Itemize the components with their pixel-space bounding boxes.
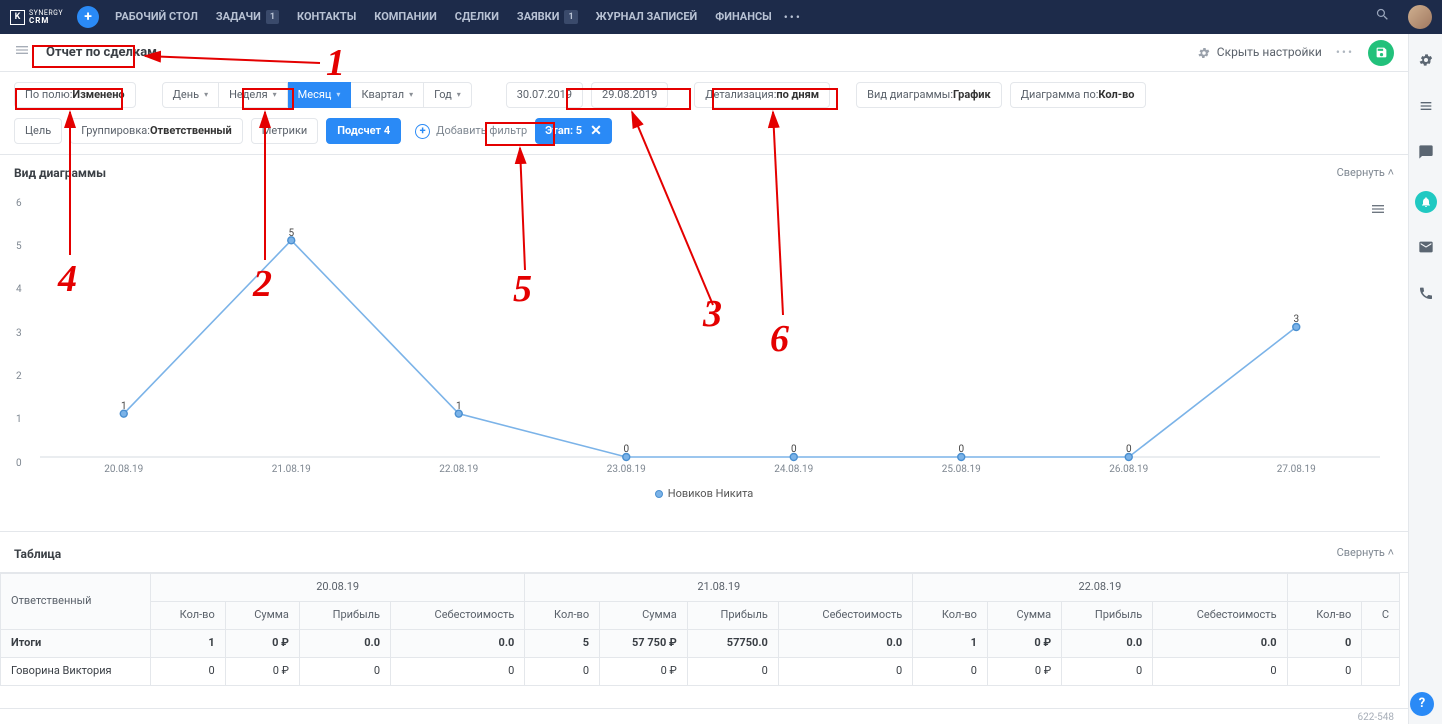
line-chart: 012345615100003 xyxy=(40,197,1380,457)
period-месяц[interactable]: Месяц▾ xyxy=(288,82,352,108)
mail-icon[interactable] xyxy=(1418,239,1434,259)
metrics-button[interactable]: Метрики xyxy=(251,118,319,144)
count-button[interactable]: Подсчет 4 xyxy=(326,118,401,144)
nav-more-button[interactable]: ••• xyxy=(784,9,802,25)
table-section: Таблица Свернуть ˄ Ответственный20.08.19… xyxy=(0,531,1408,686)
date-from-input[interactable]: 30.07.2019 xyxy=(506,82,583,108)
hide-settings-button[interactable]: Скрыть настройки xyxy=(1197,44,1322,60)
data-table: Ответственный20.08.1921.08.1922.08.19Кол… xyxy=(0,573,1400,685)
chart-by-select[interactable]: Диаграмма по: Кол-во xyxy=(1010,82,1146,108)
close-icon[interactable]: ✕ xyxy=(590,124,602,138)
period-день[interactable]: День▾ xyxy=(162,82,219,108)
more-icon[interactable]: ••• xyxy=(1336,44,1354,60)
search-icon[interactable] xyxy=(1375,7,1390,26)
nav-items: РАБОЧИЙ СТОЛ ЗАДАЧИ1 КОНТАКТЫ КОМПАНИИ СДЕЛК… xyxy=(115,10,772,25)
grouping-select[interactable]: Группировка: Ответственный xyxy=(70,118,243,144)
by-field-select[interactable]: По полю: Изменено xyxy=(14,82,136,108)
book-icon[interactable] xyxy=(1418,98,1434,118)
filters-panel: По полю: Изменено День▾Неделя▾Месяц▾Квар… xyxy=(0,72,1408,144)
menu-icon[interactable] xyxy=(14,42,30,62)
period-неделя[interactable]: Неделя▾ xyxy=(219,82,288,108)
nav-item[interactable]: РАБОЧИЙ СТОЛ xyxy=(115,10,198,25)
bell-icon[interactable] xyxy=(1415,191,1437,213)
quick-add-button[interactable]: + xyxy=(77,6,99,28)
table-row-totals: Итоги10 ₽0.00.0557 750 ₽57750.00.010 ₽0.… xyxy=(1,630,1400,658)
nav-item[interactable]: ЖУРНАЛ ЗАПИСЕЙ xyxy=(596,10,698,25)
chat-icon[interactable] xyxy=(1418,144,1434,164)
nav-item[interactable]: ЗАЯВКИ1 xyxy=(517,10,578,25)
nav-item[interactable]: КОМПАНИИ xyxy=(374,10,436,25)
nav-item[interactable]: ЗАДАЧИ1 xyxy=(216,10,279,25)
nav-item[interactable]: ФИНАНСЫ xyxy=(715,10,771,25)
status-bar: 622-548 xyxy=(0,708,1408,726)
nav-item[interactable]: СДЕЛКИ xyxy=(455,10,499,25)
add-filter-button[interactable]: +Добавить фильтр xyxy=(415,124,527,139)
top-nav: K SYNERGYCRM + РАБОЧИЙ СТОЛ ЗАДАЧИ1 КОНТАК… xyxy=(0,0,1442,34)
period-квартал[interactable]: Квартал▾ xyxy=(351,82,424,108)
date-to-input[interactable]: 29.08.2019 xyxy=(591,82,668,108)
table-collapse-button[interactable]: Свернуть ˄ xyxy=(1337,546,1394,562)
save-button[interactable] xyxy=(1368,40,1394,66)
chart-section-title: Вид диаграммы xyxy=(14,165,106,181)
nav-item[interactable]: КОНТАКТЫ xyxy=(297,10,356,25)
right-rail xyxy=(1408,34,1442,724)
gear-icon[interactable] xyxy=(1418,52,1434,72)
table-section-title: Таблица xyxy=(14,546,61,562)
chart-collapse-button[interactable]: Свернуть ˄ xyxy=(1337,166,1394,181)
table-row[interactable]: Говорина Виктория00 ₽0000 ₽0000 ₽000 xyxy=(1,657,1400,685)
phone-icon[interactable] xyxy=(1418,285,1434,305)
period-год[interactable]: Год▾ xyxy=(424,82,472,108)
filter-chip-stage[interactable]: Этап: 5✕ xyxy=(535,118,612,144)
detalization-select[interactable]: Детализация: по дням xyxy=(694,82,830,108)
chart-legend: Новиков Никита xyxy=(0,487,1408,502)
chart-type-select[interactable]: Вид диаграммы: График xyxy=(856,82,1002,108)
chart-section: Вид диаграммы Свернуть ˄ 012345615100003… xyxy=(0,154,1408,511)
title-bar: Отчет по сделкам Скрыть настройки ••• xyxy=(0,34,1408,72)
page-title: Отчет по сделкам xyxy=(40,40,163,66)
help-button[interactable]: ? xyxy=(1410,692,1434,716)
user-avatar[interactable] xyxy=(1408,5,1432,29)
goal-button[interactable]: Цель xyxy=(14,118,62,144)
brand-logo[interactable]: K SYNERGYCRM xyxy=(10,10,63,25)
